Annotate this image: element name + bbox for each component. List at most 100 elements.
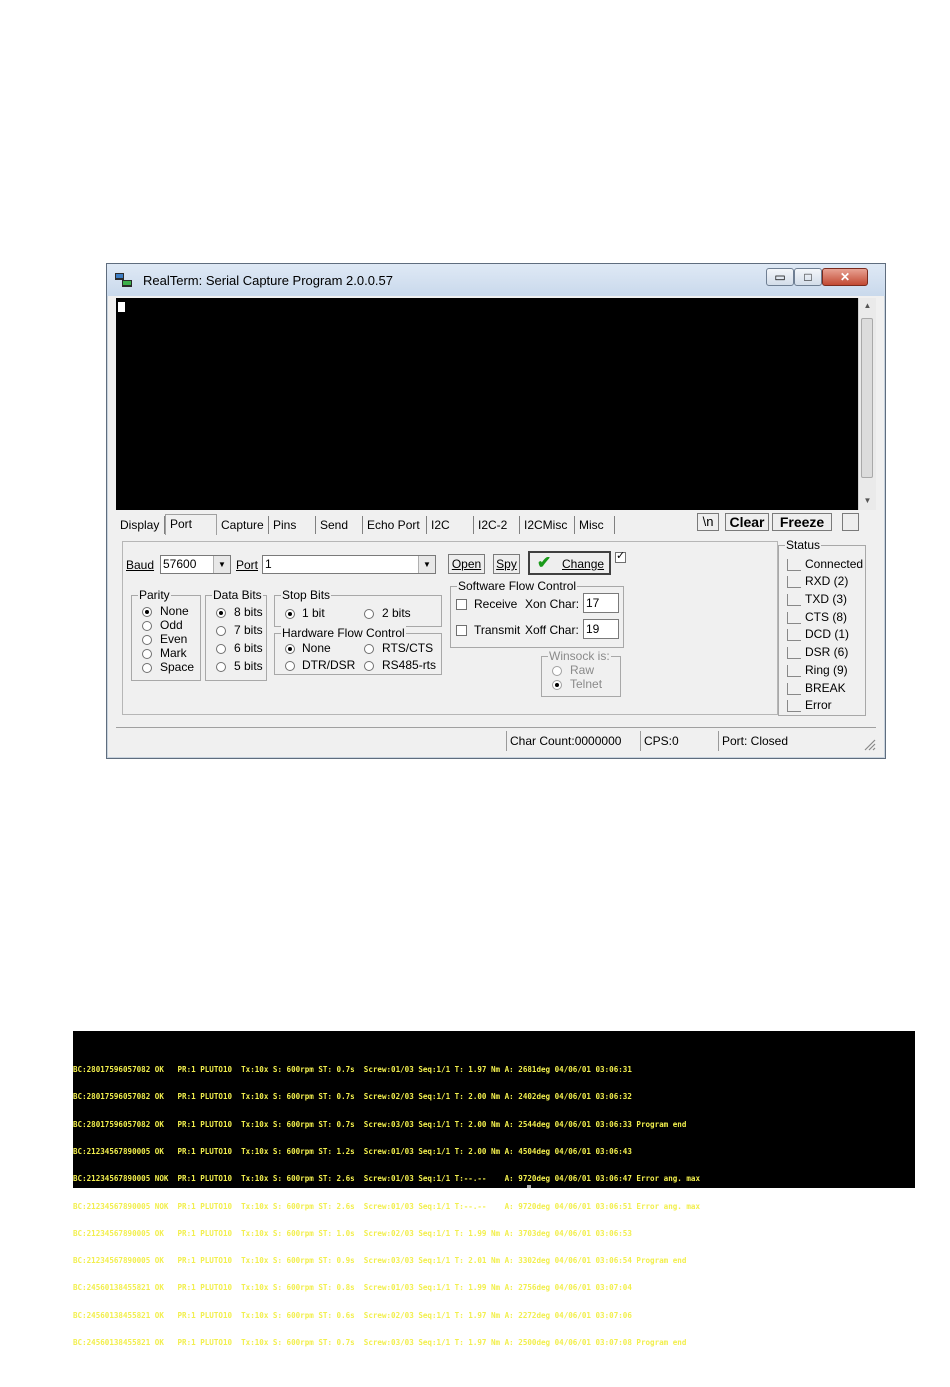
change-checkbox[interactable]: ✓ [615, 550, 626, 563]
terminal-scrollbar[interactable]: ▲ ▼ [858, 298, 876, 510]
parity-none-radio[interactable] [142, 607, 152, 617]
title-bar[interactable]: RealTerm: Serial Capture Program 2.0.0.5… [107, 264, 885, 296]
parity-none-label: None [160, 604, 189, 618]
hw-flow-dtr-dsr-radio[interactable] [285, 661, 295, 671]
xon-char-input[interactable]: 17 [583, 593, 619, 613]
parity-odd-radio[interactable] [142, 621, 152, 631]
close-button[interactable]: ✕ [822, 268, 868, 286]
transmit-checkbox[interactable] [456, 625, 467, 636]
data-bits-8-label: 8 bits [234, 605, 263, 619]
stop-bits-1-radio[interactable] [285, 609, 295, 619]
cts-indicator [787, 612, 801, 624]
winsock-group: Winsock is: Raw Telnet [541, 649, 621, 697]
xoff-char-input[interactable]: 19 [583, 619, 619, 639]
resize-grip-icon[interactable] [862, 737, 876, 751]
transmit-label: Transmit [474, 623, 521, 637]
open-button[interactable]: Open [448, 554, 485, 574]
data-bits-group: Data Bits 8 bits 7 bits 6 bits 5 bits [205, 588, 267, 681]
tab-i2cmisc[interactable]: I2CMisc [520, 516, 575, 534]
parity-even-label: Even [160, 632, 188, 646]
stop-bits-2-radio[interactable] [364, 609, 374, 619]
data-bits-label: Data Bits [212, 588, 263, 602]
port-select[interactable]: 1 ▼ [262, 555, 436, 574]
port-value: 1 [265, 557, 272, 571]
tab-i2c[interactable]: I2C [427, 516, 474, 534]
log-line: BC:21234567890005 OK PR:1 PLUTO10 Tx:10x… [73, 1147, 632, 1157]
change-label: Change [562, 557, 605, 571]
receive-checkbox[interactable] [456, 599, 467, 610]
data-bits-8-radio[interactable] [216, 608, 226, 618]
clear-button[interactable]: Clear [725, 513, 769, 531]
winsock-raw-radio[interactable] [552, 666, 562, 676]
winsock-telnet-label: Telnet [570, 677, 603, 691]
ring-indicator [787, 665, 801, 677]
spy-button[interactable]: Spy [493, 554, 520, 574]
extra-toggle-button[interactable] [842, 513, 859, 531]
error-label: Error [805, 698, 832, 712]
hw-flow-none-radio[interactable] [285, 644, 295, 654]
tab-capture[interactable]: Capture [217, 516, 269, 534]
tab-pins[interactable]: Pins [269, 516, 316, 534]
tab-port[interactable]: Port [165, 514, 217, 535]
stop-bits-label: Stop Bits [281, 588, 332, 602]
connected-indicator [787, 559, 801, 571]
xon-char-value: 17 [586, 596, 600, 610]
parity-space-radio[interactable] [142, 663, 152, 673]
data-bits-5-radio[interactable] [216, 662, 226, 672]
data-bits-7-radio[interactable] [216, 626, 226, 636]
cps-counter: CPS:0 [640, 731, 718, 751]
parity-group: Parity None Odd Even Mark Space [131, 588, 201, 681]
cts-label: CTS (8) [805, 610, 847, 624]
log-line: BC:21234567890005 OK PR:1 PLUTO10 Tx:10x… [73, 1228, 632, 1238]
parity-space-label: Space [160, 660, 195, 674]
dsr-indicator [787, 647, 801, 659]
break-label: BREAK [805, 681, 846, 695]
parity-label: Parity [138, 588, 171, 602]
baud-label: Baud [126, 558, 155, 572]
parity-even-radio[interactable] [142, 635, 152, 645]
stop-bits-group: Stop Bits 1 bit 2 bits [274, 588, 442, 627]
maximize-button[interactable]: □ [794, 268, 822, 286]
parity-mark-radio[interactable] [142, 649, 152, 659]
parity-odd-label: Odd [160, 618, 183, 632]
xoff-char-value: 19 [586, 622, 600, 636]
log-line: BC:24560138455821 OK PR:1 PLUTO10 Tx:10x… [73, 1338, 687, 1347]
xon-char-label: Xon Char: [525, 597, 580, 611]
hw-flow-rs485-radio[interactable] [364, 661, 374, 671]
port-label: Port [236, 558, 259, 572]
dcd-indicator [787, 629, 801, 641]
tab-send[interactable]: Send [316, 516, 363, 534]
dsr-label: DSR (6) [805, 645, 849, 659]
log-line: BC:24560138455821 OK PR:1 PLUTO10 Tx:10x… [73, 1310, 632, 1320]
log-line: BC:28017596057082 OK PR:1 PLUTO10 Tx:10x… [73, 1092, 632, 1102]
tab-strip: Display Port Capture Pins Send Echo Port… [116, 514, 716, 535]
checkmark-icon: ✔ [537, 553, 552, 572]
minimize-icon: ▭ [774, 270, 786, 284]
scroll-up-icon[interactable]: ▲ [859, 301, 876, 310]
terminal-display[interactable] [116, 298, 858, 510]
freeze-button[interactable]: Freeze [772, 513, 832, 531]
baud-select[interactable]: 57600 ▼ [160, 555, 231, 574]
hw-flow-dtr-dsr-label: DTR/DSR [302, 658, 356, 672]
scroll-thumb[interactable] [861, 318, 873, 478]
scroll-down-icon[interactable]: ▼ [859, 496, 876, 505]
maximize-icon: □ [804, 270, 812, 284]
data-bits-6-radio[interactable] [216, 644, 226, 654]
tab-misc[interactable]: Misc [575, 516, 615, 534]
minimize-button[interactable]: ▭ [766, 268, 794, 286]
winsock-telnet-radio[interactable] [552, 680, 562, 690]
log-line: BC:28017596057082 OK PR:1 PLUTO10 Tx:10x… [73, 1065, 632, 1075]
tab-echo-port[interactable]: Echo Port [363, 516, 427, 534]
hardware-flow-control-group: Hardware Flow Control None RTS/CTS DTR/D… [274, 626, 442, 675]
port-settings-panel: Baud 57600 ▼ Port 1 ▼ Open Spy ✔ Change … [122, 541, 778, 715]
status-group: Status Connected RXD (2) TXD (3) CTS (8)… [778, 538, 866, 716]
error-indicator [787, 700, 801, 712]
receive-label: Receive [474, 597, 518, 611]
tab-display[interactable]: Display [116, 516, 165, 534]
newline-button[interactable]: \n [697, 513, 719, 531]
tab-i2c-2[interactable]: I2C-2 [474, 516, 520, 534]
chevron-down-icon[interactable]: ▼ [418, 556, 435, 573]
chevron-down-icon[interactable]: ▼ [213, 556, 230, 573]
change-button[interactable]: ✔ Change [528, 551, 611, 575]
hw-flow-rts-cts-radio[interactable] [364, 644, 374, 654]
